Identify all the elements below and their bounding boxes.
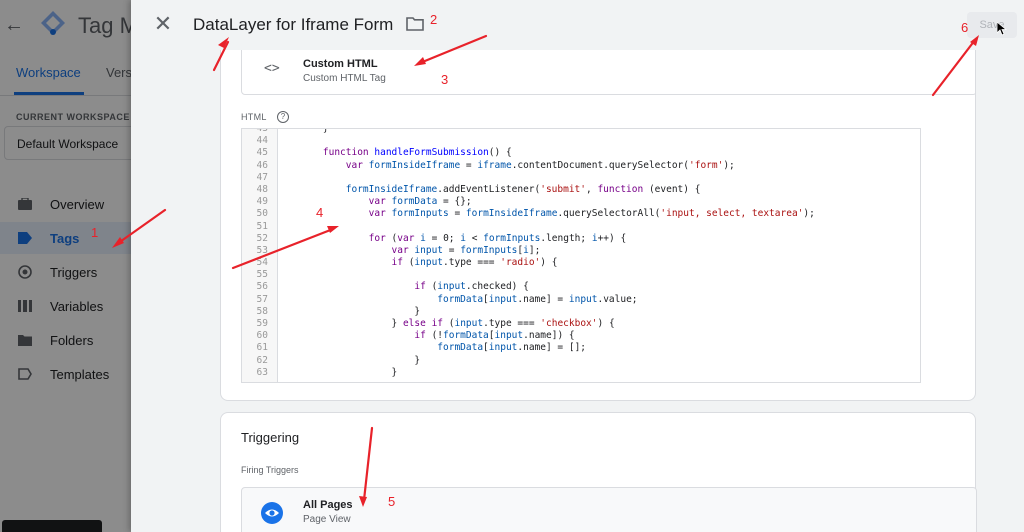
code-text: var formInputs = formInsideIframe.queryS…: [368, 208, 815, 220]
code-brackets-icon: <>: [264, 61, 280, 76]
line-number: 44: [256, 135, 268, 147]
code-line: 63 }: [242, 366, 920, 379]
line-number: 57: [256, 293, 268, 305]
triggering-card: Triggering Firing Triggers All Pages Pag…: [220, 412, 977, 532]
code-line: 61 formData[input.name] = [];: [242, 342, 920, 354]
code-line: 51: [242, 220, 920, 233]
line-number: 51: [256, 220, 268, 232]
line-number: 55: [256, 269, 268, 281]
code-line: 48 formInsideIframe.addEventListener('su…: [242, 183, 920, 196]
trigger-subtitle: Page View: [303, 514, 351, 525]
code-text: for (var i = 0; i < formInputs.length; i…: [368, 232, 627, 244]
tag-type-subtitle: Custom HTML Tag: [303, 73, 386, 84]
code-text: }: [300, 366, 398, 378]
code-text: formData[input.name] = input.value;: [437, 293, 638, 305]
code-line: 60 if (!formData[input.name]) {: [242, 330, 920, 342]
annotation-number-2: 2: [430, 12, 438, 27]
code-text: var input = formInputs[i];: [391, 244, 541, 256]
code-text: if (!formData[input.name]) {: [414, 330, 575, 342]
line-number: 45: [256, 147, 268, 159]
mouse-cursor-icon: [997, 22, 1007, 36]
code-text: } else if (input.type === 'checkbox') {: [300, 318, 615, 329]
trigger-item-all-pages[interactable]: All Pages Page View: [241, 487, 977, 532]
line-number: 46: [256, 159, 268, 171]
line-number: 61: [256, 342, 268, 354]
line-number: 54: [256, 257, 268, 269]
code-text: formInsideIframe.addEventListener('submi…: [345, 183, 701, 195]
help-icon[interactable]: ?: [277, 111, 289, 123]
tag-type-name: Custom HTML: [303, 58, 378, 70]
code-line: 58 }: [242, 305, 920, 318]
code-text: var formData = {};: [368, 196, 472, 208]
line-number: 50: [256, 208, 268, 220]
annotation-number-1: 1: [91, 225, 99, 240]
code-text: if (input.checked) {: [414, 281, 529, 293]
code-text: }: [300, 305, 421, 317]
code-lines: 43 } 44 45 function handleFormSubmission()…: [242, 128, 920, 379]
code-line: 53 var input = formInputs[i];: [242, 244, 920, 257]
code-text: }: [300, 354, 421, 366]
folder-outline-icon[interactable]: [406, 16, 424, 31]
close-icon[interactable]: ✕: [152, 13, 174, 35]
line-number: 63: [256, 366, 268, 378]
annotation-number-5: 5: [388, 494, 396, 509]
code-line: 47: [242, 171, 920, 184]
line-number: 58: [256, 305, 268, 317]
code-line: 45 function handleFormSubmission() {: [242, 147, 920, 159]
line-number: 47: [256, 171, 268, 183]
code-line: 56 if (input.checked) {: [242, 281, 920, 293]
line-number: 52: [256, 232, 268, 244]
line-number: 56: [256, 281, 268, 293]
trigger-name: All Pages: [303, 499, 353, 511]
annotation-number-6: 6: [961, 20, 969, 35]
code-text: var formInsideIframe = iframe.contentDoc…: [345, 159, 735, 171]
tag-name-title[interactable]: DataLayer for Iframe Form: [193, 15, 393, 35]
code-line: 46 var formInsideIframe = iframe.content…: [242, 159, 920, 172]
line-number: 59: [256, 318, 268, 329]
code-text: function handleFormSubmission() {: [322, 147, 512, 159]
tag-type-selector[interactable]: <> Custom HTML Custom HTML Tag: [241, 45, 975, 95]
line-number: 60: [256, 330, 268, 342]
annotation-number-4: 4: [316, 205, 324, 220]
code-line: 49 var formData = {};: [242, 196, 920, 208]
tag-configuration-card: <> Custom HTML Custom HTML Tag HTML ? 43…: [220, 0, 976, 401]
code-line: 44: [242, 135, 920, 147]
triggering-title: Triggering: [241, 430, 300, 445]
firing-triggers-label: Firing Triggers: [241, 465, 299, 475]
code-text: if (input.type === 'radio') {: [391, 257, 558, 269]
code-text: formData[input.name] = [];: [437, 342, 587, 354]
annotation-number-3: 3: [441, 72, 449, 87]
code-line: 50 var formInputs = formInsideIframe.que…: [242, 208, 920, 220]
eye-icon: [261, 502, 283, 524]
line-number: 53: [256, 244, 268, 256]
line-number: 43: [256, 128, 268, 134]
code-line: 62 }: [242, 354, 920, 367]
save-button[interactable]: Save: [967, 12, 1017, 38]
code-line: 43 }: [242, 128, 920, 135]
code-line: 55: [242, 269, 920, 281]
code-line: 52 for (var i = 0; i < formInputs.length…: [242, 232, 920, 245]
html-code-editor[interactable]: 43 } 44 45 function handleFormSubmission()…: [241, 128, 921, 383]
html-field-label: HTML: [241, 112, 267, 122]
tag-editor-sheet: <> Custom HTML Custom HTML Tag HTML ? 43…: [131, 0, 1024, 532]
line-number: 48: [256, 183, 268, 195]
code-line: 59 } else if (input.type === 'checkbox')…: [242, 318, 920, 330]
code-line: 57 formData[input.name] = input.value;: [242, 293, 920, 306]
line-number: 62: [256, 354, 268, 366]
line-number: 49: [256, 196, 268, 208]
sheet-header: ✕ DataLayer for Iframe Form Save: [131, 0, 1024, 50]
code-line: 54 if (input.type === 'radio') {: [242, 257, 920, 269]
code-text: }: [300, 128, 329, 134]
